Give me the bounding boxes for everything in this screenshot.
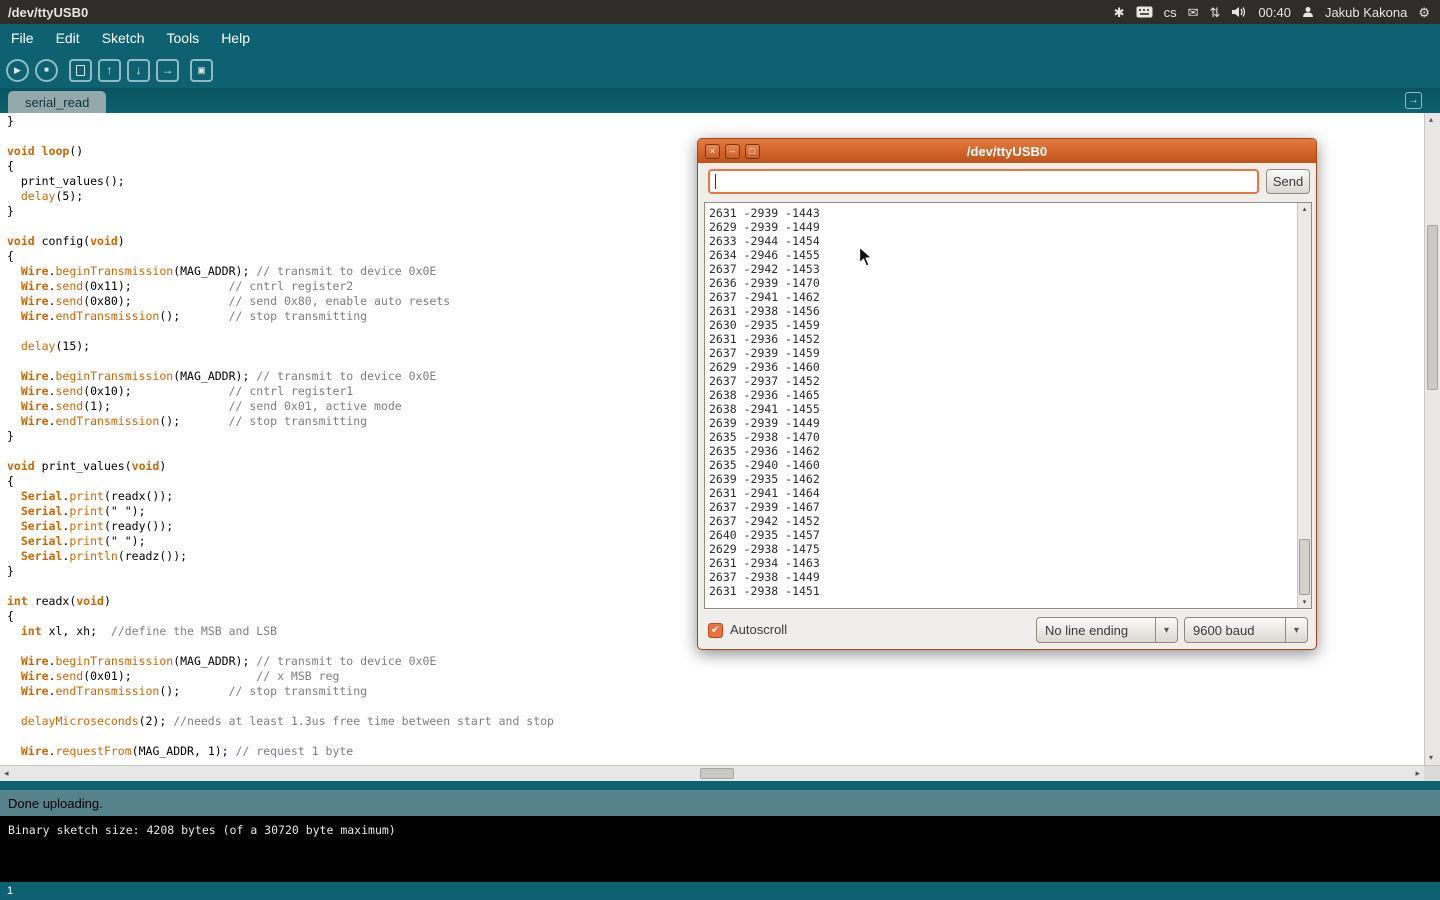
status-bar: Done uploading. <box>0 790 1440 816</box>
user-icon <box>1302 6 1314 18</box>
serial-scrollbar[interactable]: ▴ ▾ <box>1297 203 1311 608</box>
scroll-up-icon[interactable]: ▴ <box>1429 116 1433 124</box>
scroll-right-icon[interactable]: ▸ <box>1415 769 1420 778</box>
clock-label[interactable]: 00:40 <box>1258 6 1291 19</box>
minimize-button[interactable]: – <box>725 144 740 159</box>
window-controls: × – □ <box>705 144 760 159</box>
line-indicator: 1 <box>7 885 13 897</box>
menu-file[interactable]: File <box>0 24 45 52</box>
window-title: /dev/ttyUSB0 <box>698 144 1316 159</box>
maximize-button[interactable]: □ <box>745 144 760 159</box>
stop-button[interactable]: ■ <box>35 59 58 82</box>
serial-monitor-window: /dev/ttyUSB0 × – □ Send 2631 -2939 -1443… <box>697 138 1317 650</box>
line-ending-dropdown[interactable]: No line ending ▾ <box>1036 617 1178 643</box>
editor-vertical-scrollbar[interactable]: ▴ ▾ <box>1424 113 1440 765</box>
tabbar: serial_read → <box>0 88 1440 113</box>
window-titlebar[interactable]: /dev/ttyUSB0 × – □ <box>698 139 1316 163</box>
menu-sketch[interactable]: Sketch <box>91 24 156 52</box>
gear-icon[interactable]: ⚙ <box>1418 6 1430 19</box>
upload-button[interactable]: → <box>156 59 179 82</box>
send-button[interactable]: Send <box>1266 169 1310 194</box>
tab-serial-read[interactable]: serial_read <box>8 91 106 113</box>
mail-icon[interactable]: ✉ <box>1188 6 1199 19</box>
upload-arrow-icon: → <box>162 64 174 76</box>
check-icon: ✔ <box>711 625 720 636</box>
line-ending-value: No line ending <box>1037 623 1155 638</box>
scroll-up-icon: ▴ <box>1303 206 1307 213</box>
tab-menu-button[interactable]: → <box>1405 92 1422 109</box>
serial-scroll-down[interactable]: ▾ <box>1298 596 1311 608</box>
menubar: File Edit Sketch Tools Help <box>0 24 1440 52</box>
keyboard-layout-label[interactable]: cs <box>1164 6 1177 19</box>
serial-monitor-icon: ▣ <box>197 66 206 75</box>
minimize-icon: – <box>730 147 735 156</box>
editor-vertical-scroll-handle[interactable] <box>1427 225 1438 390</box>
play-icon: ▶ <box>14 66 21 75</box>
close-icon: × <box>710 147 715 156</box>
serial-input[interactable] <box>708 169 1259 194</box>
tab-menu-icon: → <box>1409 95 1419 106</box>
editor-horizontal-scroll-handle[interactable] <box>700 768 734 779</box>
baud-rate-value: 9600 baud <box>1185 623 1285 638</box>
chevron-down-icon[interactable]: ▾ <box>1155 618 1177 642</box>
serial-monitor-button[interactable]: ▣ <box>190 59 213 82</box>
chrome-strip <box>0 781 1440 790</box>
serial-scroll-up[interactable]: ▴ <box>1298 203 1311 215</box>
menu-edit[interactable]: Edit <box>45 24 91 52</box>
autoscroll-label: Autoscroll <box>730 622 787 637</box>
autoscroll-checkbox[interactable]: ✔ <box>708 623 723 638</box>
serial-scroll-handle[interactable] <box>1299 539 1310 595</box>
save-button[interactable]: ↓ <box>127 59 150 82</box>
maximize-icon: □ <box>750 147 755 156</box>
new-sketch-button[interactable] <box>69 59 92 82</box>
tab-label: serial_read <box>25 95 89 110</box>
console-text: Binary sketch size: 4208 bytes (of a 307… <box>8 823 396 837</box>
text-caret <box>715 174 716 189</box>
scroll-left-icon[interactable]: ◂ <box>4 769 9 778</box>
network-icon[interactable]: ⇅ <box>1209 6 1220 19</box>
close-button[interactable]: × <box>705 144 720 159</box>
open-arrow-icon: ↑ <box>107 64 113 76</box>
editor-horizontal-scrollbar[interactable]: ◂ ▸ <box>0 765 1424 781</box>
open-button[interactable]: ↑ <box>98 59 121 82</box>
top-panel: /dev/ttyUSB0 ✱ cs ✉ ⇅ 00:40 Jakub Kakona… <box>0 0 1440 24</box>
volume-icon[interactable] <box>1231 6 1247 18</box>
send-label: Send <box>1273 174 1303 189</box>
serial-output: 2631 -2939 -14432629 -2939 -14492633 -29… <box>709 206 1295 606</box>
menu-help[interactable]: Help <box>210 24 261 52</box>
serial-output-area[interactable]: 2631 -2939 -14432629 -2939 -14492633 -29… <box>704 202 1312 609</box>
console-output: Binary sketch size: 4208 bytes (of a 307… <box>0 816 1440 882</box>
baud-rate-dropdown[interactable]: 9600 baud ▾ <box>1184 617 1308 643</box>
scroll-down-icon[interactable]: ▾ <box>1429 754 1433 762</box>
menu-tools[interactable]: Tools <box>156 24 211 52</box>
verify-button[interactable]: ▶ <box>6 59 29 82</box>
stop-icon: ■ <box>44 66 49 74</box>
status-text: Done uploading. <box>8 796 103 811</box>
chevron-down-icon[interactable]: ▾ <box>1285 618 1307 642</box>
toolbar: ▶ ■ ↑ ↓ → ▣ <box>0 52 1440 88</box>
panel-window-title: /dev/ttyUSB0 <box>8 5 88 20</box>
save-arrow-icon: ↓ <box>136 64 142 76</box>
panel-indicators: ✱ cs ✉ ⇅ 00:40 Jakub Kakona ⚙ <box>1114 6 1440 19</box>
new-document-icon <box>76 65 85 76</box>
line-indicator-bar: 1 <box>0 882 1440 900</box>
keyboard-icon[interactable] <box>1136 6 1153 18</box>
scrollbar-corner <box>1424 765 1440 781</box>
scroll-down-icon: ▾ <box>1303 599 1307 606</box>
indicator-star-icon[interactable]: ✱ <box>1114 6 1125 19</box>
user-name-label[interactable]: Jakub Kakona <box>1325 6 1407 19</box>
